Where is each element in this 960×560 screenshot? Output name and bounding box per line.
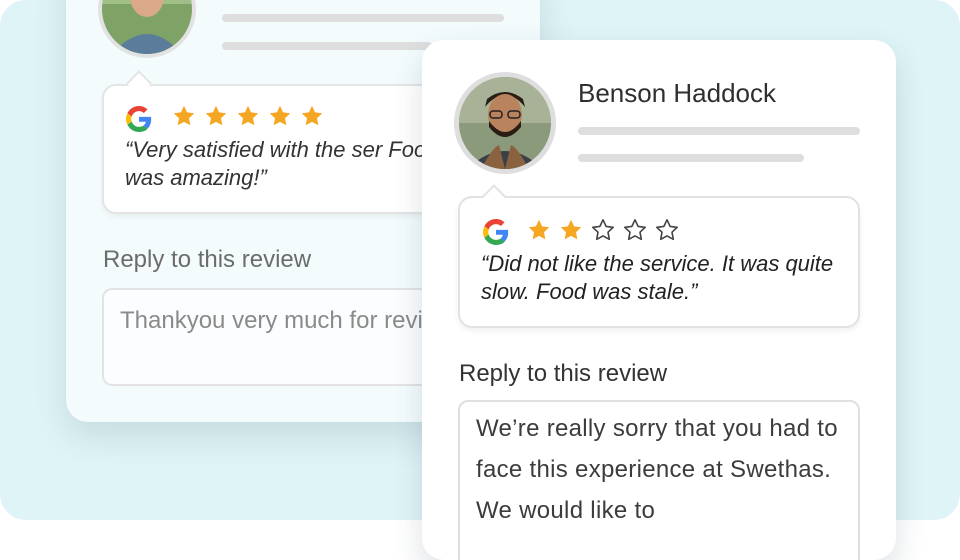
- reviewer-name: Benson Haddock: [578, 78, 777, 108]
- review-quote: “Did not like the service. It was quite …: [481, 251, 834, 304]
- placeholder-line: [578, 127, 860, 135]
- star-empty-icon: [656, 219, 678, 241]
- google-icon: [126, 106, 152, 132]
- star-filled-icon: [560, 219, 582, 240]
- google-icon: [483, 219, 509, 245]
- avatar: [98, 0, 196, 58]
- reply-label: Reply to this review: [103, 246, 312, 273]
- reply-label: Reply to this review: [459, 360, 668, 387]
- star-empty-icon: [592, 219, 614, 241]
- review-quote: “Very satisfied with the ser Food was am…: [125, 137, 439, 190]
- avatar: [454, 72, 556, 174]
- review-card-front: Benson Haddock “Did not like the service…: [422, 40, 896, 560]
- placeholder-line: [222, 42, 432, 50]
- star-filled-icon: [237, 105, 259, 126]
- star-filled-icon: [301, 105, 323, 126]
- star-rating: [527, 218, 679, 242]
- star-filled-icon: [205, 105, 227, 126]
- star-rating: [172, 104, 324, 128]
- star-empty-icon: [624, 219, 646, 241]
- star-filled-icon: [528, 219, 550, 240]
- reply-textarea[interactable]: We’re really sorry that you had to face …: [458, 400, 860, 560]
- star-filled-icon: [173, 105, 195, 126]
- placeholder-line: [222, 14, 504, 22]
- star-filled-icon: [269, 105, 291, 126]
- placeholder-line: [578, 154, 804, 162]
